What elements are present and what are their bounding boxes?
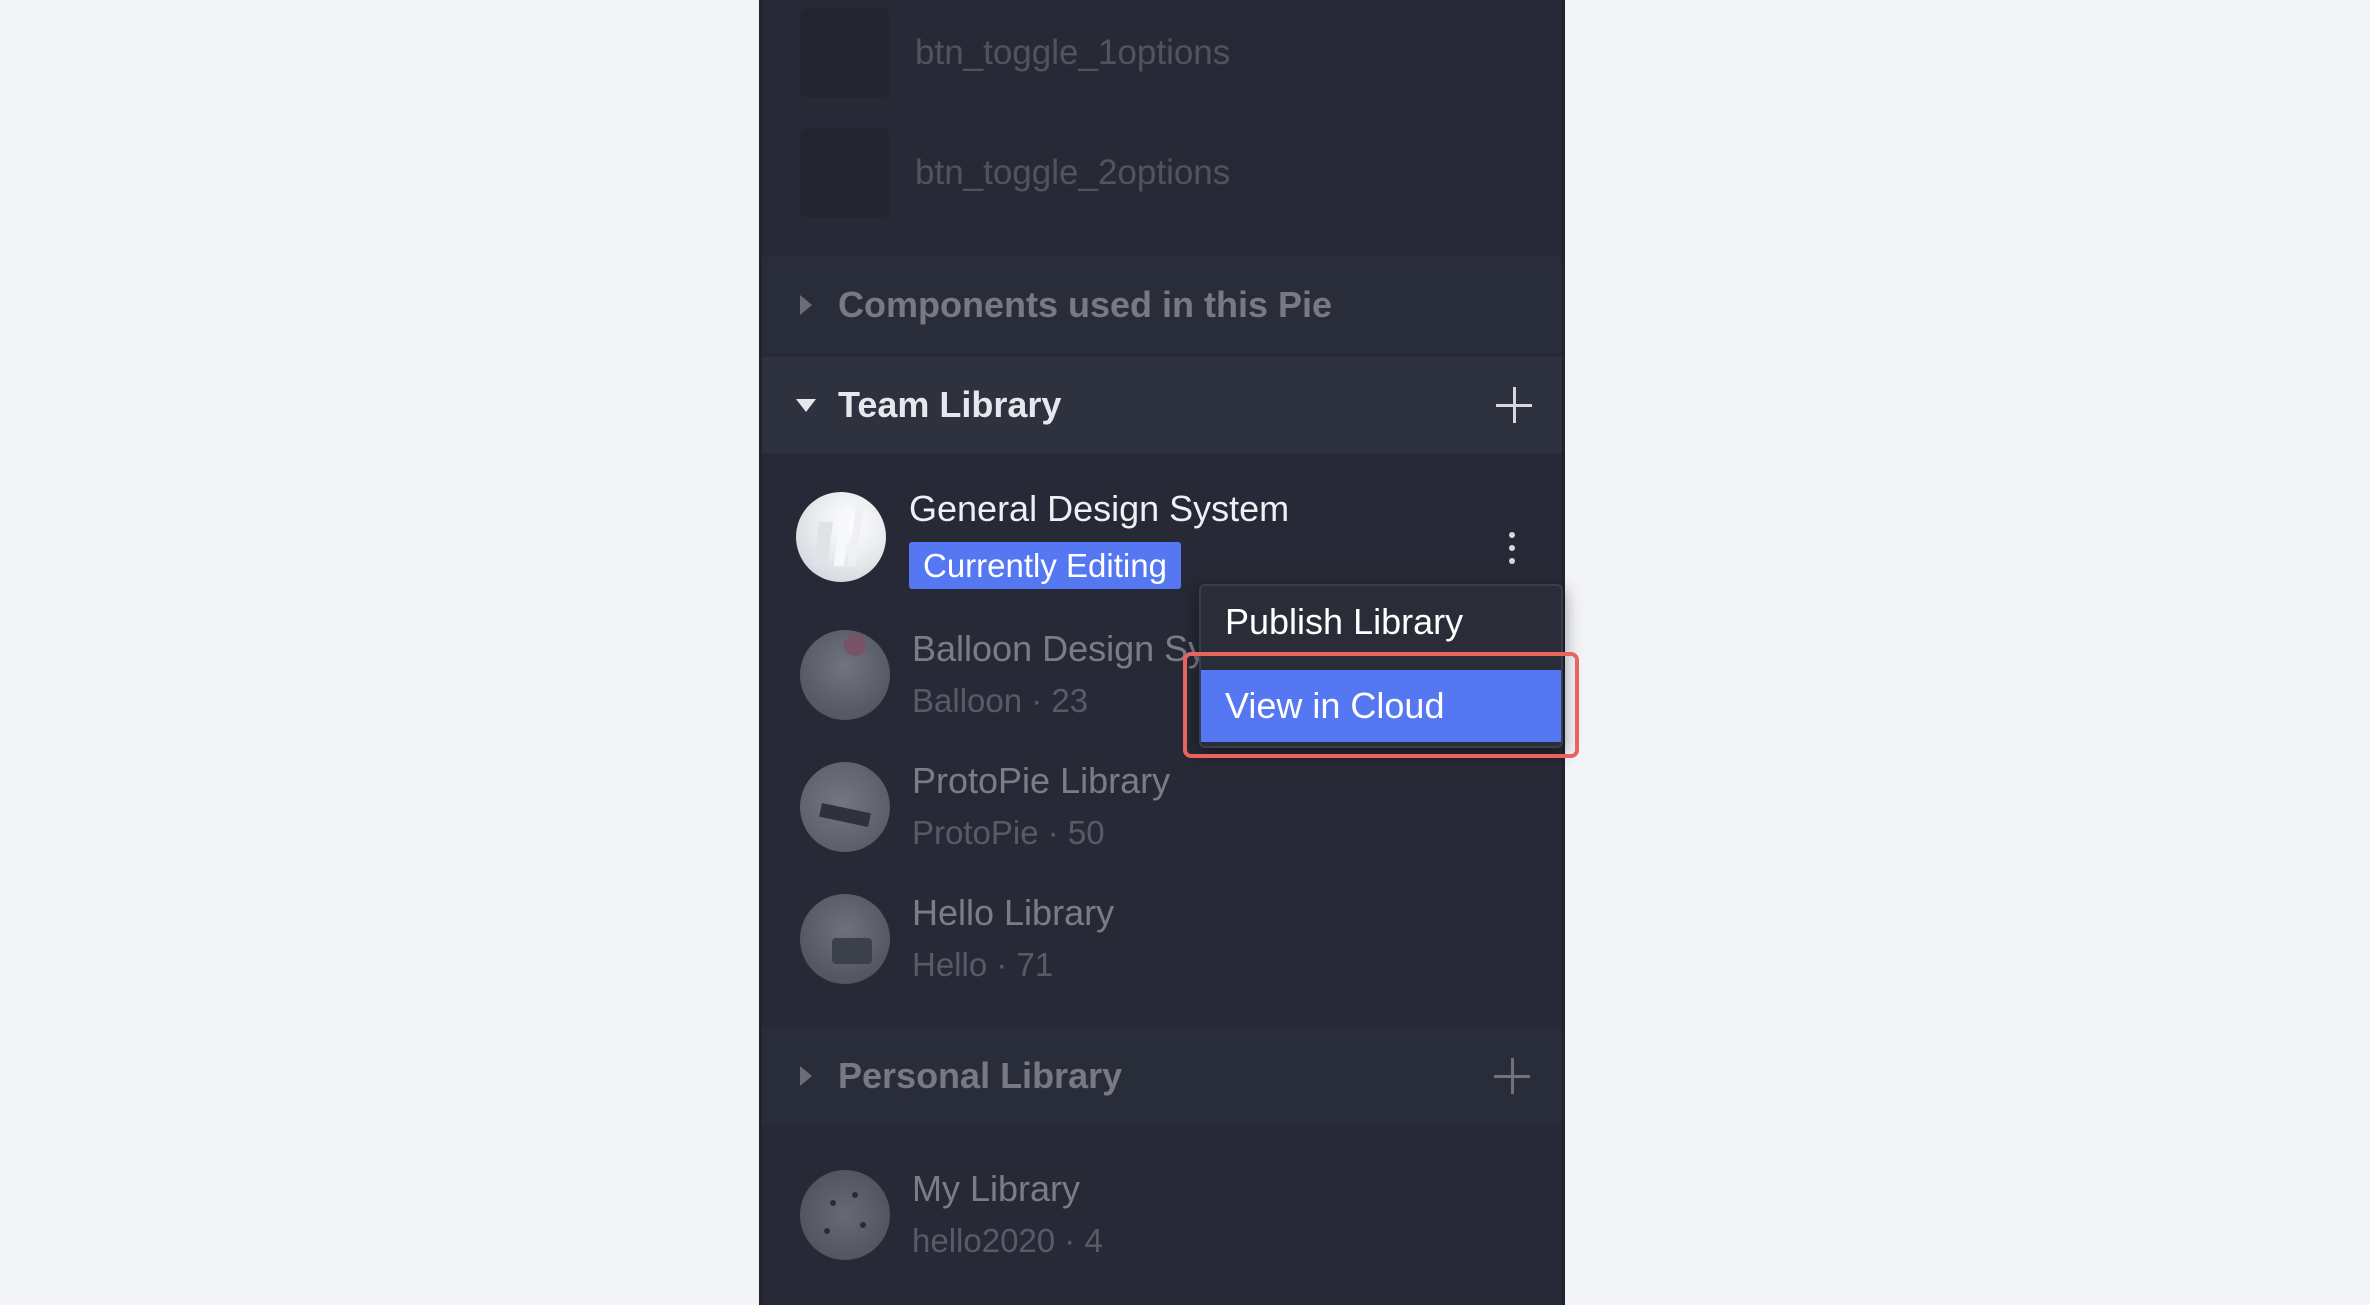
section-header-personal-library[interactable]: Personal Library [762, 1028, 1562, 1124]
chevron-down-icon [796, 399, 816, 412]
library-item[interactable]: Hello Library Hello · 71 [762, 882, 1562, 992]
library-item[interactable]: My Library hello2020 · 4 [762, 1158, 1562, 1268]
library-avatar [800, 630, 890, 720]
component-row[interactable]: btn_toggle_1options [762, 8, 1562, 98]
library-name: Balloon Design Sy [912, 628, 1207, 669]
library-item-current[interactable]: General Design System Currently Editing [762, 480, 1562, 590]
add-library-icon[interactable] [1494, 1058, 1530, 1094]
more-options-icon[interactable] [1500, 530, 1524, 570]
status-badge: Currently Editing [909, 542, 1181, 589]
chevron-right-icon [800, 1066, 812, 1086]
add-library-icon[interactable] [1496, 387, 1532, 423]
library-item[interactable]: ProtoPie Library ProtoPie · 50 [762, 750, 1562, 860]
library-name: General Design System [909, 488, 1290, 529]
library-avatar [800, 1170, 890, 1260]
component-row[interactable]: btn_toggle_2options [762, 128, 1562, 218]
library-name: ProtoPie Library [912, 760, 1171, 801]
section-header-components-used[interactable]: Components used in this Pie [762, 257, 1562, 353]
component-thumbnail [800, 8, 890, 98]
library-subtitle: Hello · 71 [912, 946, 1054, 983]
section-header-label: Components used in this Pie [838, 284, 1333, 325]
library-subtitle: hello2020 · 4 [912, 1222, 1103, 1259]
menu-item-publish-library[interactable]: Publish Library [1201, 586, 1561, 658]
highlight-outline [1183, 652, 1579, 758]
component-label: btn_toggle_1options [915, 33, 1231, 72]
component-label: btn_toggle_2options [915, 153, 1231, 192]
library-name: Hello Library [912, 892, 1115, 933]
library-subtitle: ProtoPie · 50 [912, 814, 1105, 851]
library-avatar [796, 492, 886, 582]
section-header-team-library[interactable]: Team Library [762, 357, 1562, 453]
section-header-label: Personal Library [838, 1055, 1123, 1096]
library-avatar [800, 762, 890, 852]
library-avatar [800, 894, 890, 984]
section-header-label: Team Library [838, 384, 1062, 425]
library-subtitle: Balloon · 23 [912, 682, 1089, 719]
library-name: My Library [912, 1168, 1081, 1209]
chevron-right-icon [800, 295, 812, 315]
component-thumbnail [800, 128, 890, 218]
